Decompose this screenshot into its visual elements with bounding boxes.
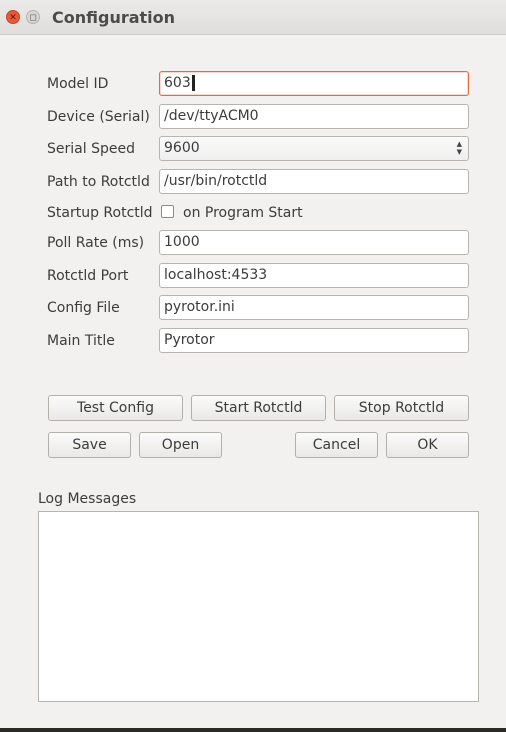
rotctld-port-input[interactable]: localhost:4533	[159, 263, 469, 288]
open-button[interactable]: Open	[139, 432, 222, 458]
main-title-input[interactable]: Pyrotor	[159, 328, 469, 353]
model-id-input[interactable]: 603	[159, 71, 469, 96]
model-id-value: 603	[164, 75, 191, 91]
spin-arrows-icon: ▲ ▼	[457, 140, 462, 156]
title-bar: ✕ ◻ Configuration	[0, 0, 506, 35]
log-messages-label: Log Messages	[38, 491, 137, 507]
serial-speed-label: Serial Speed	[47, 141, 135, 157]
rotctld-path-label: Path to Rotctld	[47, 174, 150, 190]
serial-speed-value: 9600	[164, 140, 200, 156]
stop-rotctld-button[interactable]: Stop Rotctld	[334, 395, 469, 421]
log-messages-area[interactable]	[38, 511, 479, 702]
config-file-label: Config File	[47, 300, 120, 316]
model-id-label: Model ID	[47, 76, 109, 92]
chevron-down-icon: ▼	[456, 148, 462, 156]
minimize-icon[interactable]: ◻	[26, 10, 40, 24]
startup-checkbox[interactable]	[161, 205, 174, 218]
cancel-button[interactable]: Cancel	[295, 432, 378, 458]
device-serial-label: Device (Serial)	[47, 109, 150, 125]
ok-button[interactable]: OK	[386, 432, 469, 458]
desktop-background-strip	[0, 728, 506, 732]
main-title-label: Main Title	[47, 333, 115, 349]
serial-speed-select[interactable]: 9600 ▲ ▼	[159, 136, 469, 161]
chevron-up-icon: ▲	[456, 140, 462, 148]
config-file-input[interactable]: pyrotor.ini	[159, 295, 469, 320]
text-caret	[191, 75, 195, 91]
startup-checkbox-label[interactable]: on Program Start	[183, 205, 303, 221]
start-rotctld-button[interactable]: Start Rotctld	[191, 395, 326, 421]
save-button[interactable]: Save	[48, 432, 131, 458]
rotctld-port-label: Rotctld Port	[47, 268, 129, 284]
window-title: Configuration	[52, 8, 176, 27]
device-serial-input[interactable]: /dev/ttyACM0	[159, 104, 469, 129]
rotctld-path-input[interactable]: /usr/bin/rotctld	[159, 169, 469, 194]
close-icon[interactable]: ✕	[6, 10, 20, 24]
startup-rotctld-label: Startup Rotctld	[47, 205, 153, 221]
poll-rate-label: Poll Rate (ms)	[47, 235, 145, 251]
poll-rate-input[interactable]: 1000	[159, 230, 469, 255]
test-config-button[interactable]: Test Config	[48, 395, 183, 421]
